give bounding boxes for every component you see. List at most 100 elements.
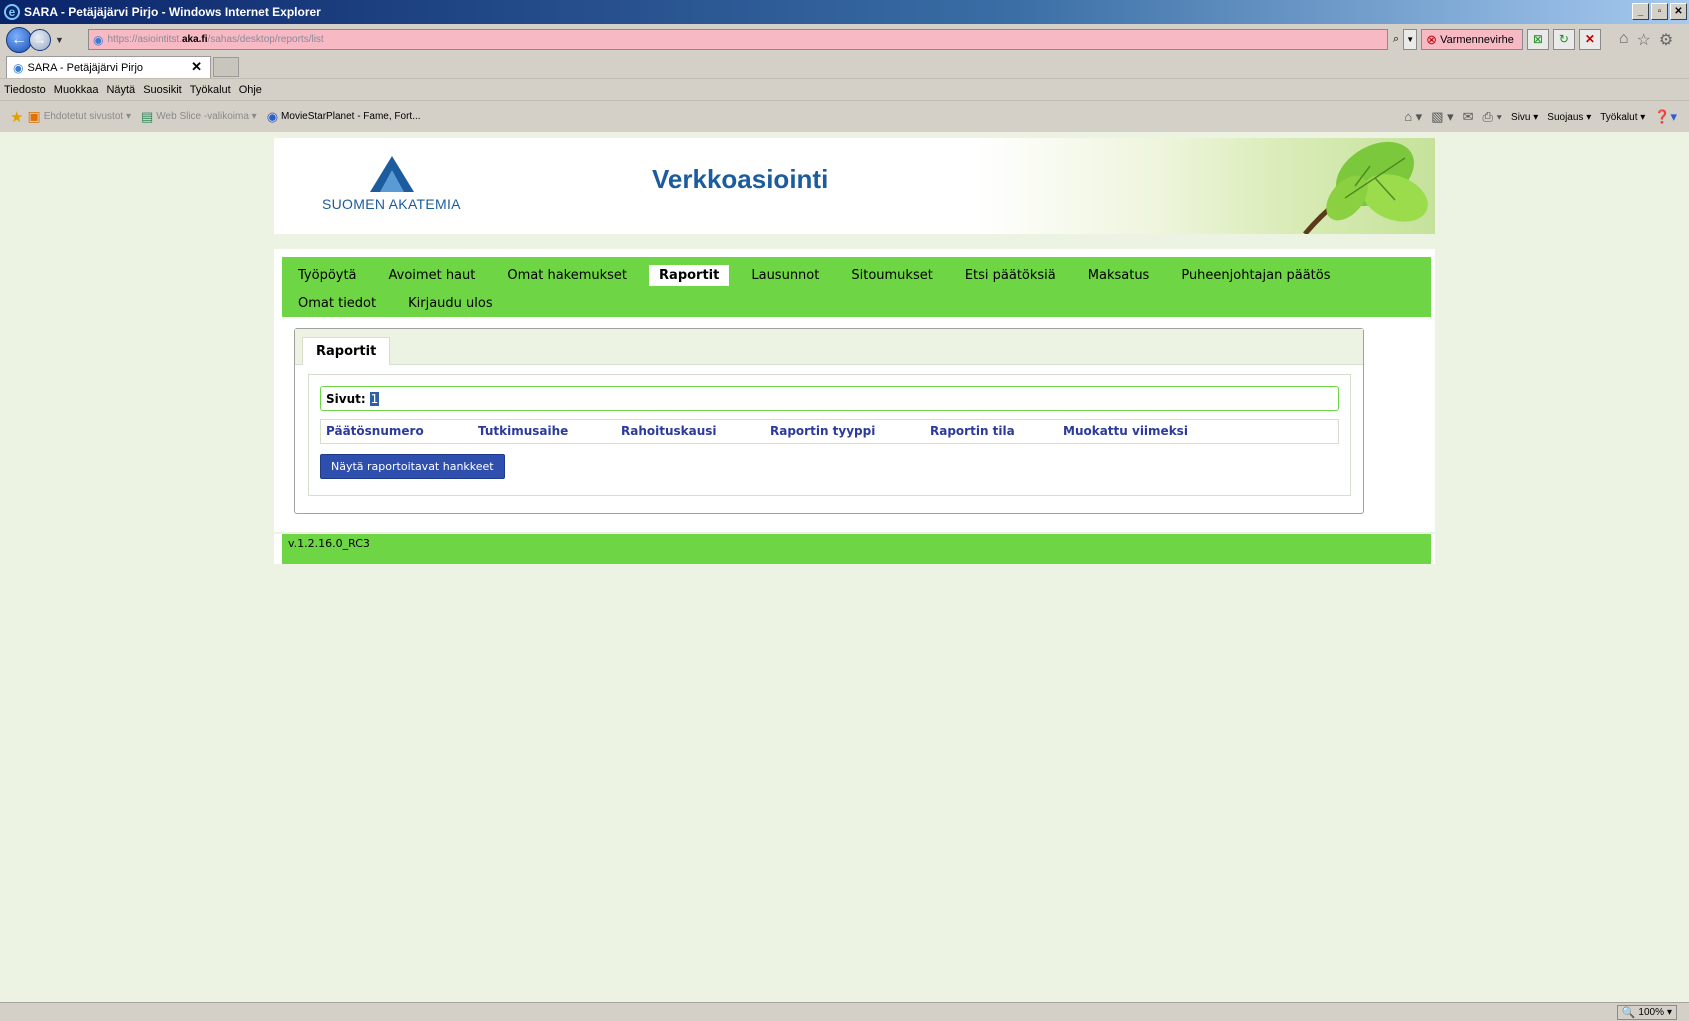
page-icon: ◉ — [93, 32, 104, 47]
web-slice-link[interactable]: ▤ Web Slice -valikoima ▾ — [141, 109, 257, 125]
zoom-level: 100% — [1638, 1007, 1664, 1018]
ie-logo-icon: e — [4, 4, 20, 20]
version-label: v.1.2.16.0_RC3 — [282, 534, 1431, 564]
moviestar-link[interactable]: ◉ MovieStarPlanet - Fame, Fort... — [267, 109, 421, 125]
page-menu[interactable]: Sivu ▾ — [1511, 112, 1538, 123]
browser-tab-title: SARA - Petäjäjärvi Pirjo — [27, 61, 144, 74]
status-bar: 🔍 100% ▾ — [0, 1002, 1689, 1021]
address-toolbar: ← → ▼ ◉ https://asiointitst. aka.fi/sahas… — [0, 24, 1689, 56]
leaf-icon — [1303, 141, 1428, 236]
nav-puheenjohtajan-paatos[interactable]: Puheenjohtajan päätös — [1171, 265, 1340, 286]
suggested-sites-icon: ▣ — [27, 108, 41, 124]
main-navigation: Työpöytä Avoimet haut Omat hakemukset Ra… — [282, 257, 1431, 317]
nav-maksatus[interactable]: Maksatus — [1078, 265, 1160, 286]
error-shield-icon: ⊗ — [1426, 31, 1438, 47]
web-slice-label: Web Slice -valikoima ▾ — [156, 111, 257, 122]
nav-omat-tiedot[interactable]: Omat tiedot — [298, 293, 386, 314]
tab-raportit[interactable]: Raportit — [302, 337, 391, 365]
suomen-akatemia-logo[interactable]: SUOMEN AKATEMIA — [322, 156, 482, 216]
menu-tools[interactable]: Työkalut — [188, 84, 237, 96]
compatibility-view-icon[interactable]: ⊠ — [1526, 29, 1549, 50]
col-tutkimusaihe[interactable]: Tutkimusaihe — [478, 424, 568, 438]
page-link-current[interactable]: 1 — [369, 391, 380, 406]
history-dropdown-icon[interactable]: ▼ — [55, 35, 64, 45]
favorites-add-icon[interactable]: ★ — [10, 108, 23, 126]
site-header: SUOMEN AKATEMIA Verkkoasiointi — [274, 138, 1435, 236]
favorites-star-icon[interactable]: ☆ — [1637, 30, 1651, 50]
new-tab-button[interactable] — [213, 57, 239, 77]
address-input[interactable]: ◉ https://asiointitst. aka.fi/sahas/deskt… — [88, 29, 1388, 50]
window-title-bar: e SARA - Petäjäjärvi Pirjo - Windows Int… — [0, 0, 1689, 24]
nav-avoimet-haut[interactable]: Avoimet haut — [379, 265, 486, 286]
search-icon[interactable]: ⌕ — [1393, 33, 1399, 46]
page-viewport: SUOMEN AKATEMIA Verkkoasiointi Työpöytä … — [8, 132, 1689, 1002]
reports-section: Raportit Sivut: 1 Päätösnumero Tutkimusa… — [294, 328, 1364, 514]
forward-button[interactable]: → — [29, 29, 51, 51]
minimize-button[interactable]: _ — [1632, 3, 1649, 20]
print-icon[interactable]: ⎙ ▾ — [1483, 109, 1502, 125]
safety-menu[interactable]: Suojaus ▾ — [1547, 112, 1591, 123]
nav-row-1: Työpöytä Avoimet haut Omat hakemukset Ra… — [298, 261, 1431, 289]
window-title: SARA - Petäjäjärvi Pirjo - Windows Inter… — [24, 5, 321, 19]
col-paatosnumero[interactable]: Päätösnumero — [326, 424, 424, 438]
col-rahoituskausi[interactable]: Rahoituskausi — [621, 424, 717, 438]
menu-view[interactable]: Näytä — [104, 84, 141, 96]
main-content-panel: Työpöytä Avoimet haut Omat hakemukset Ra… — [274, 249, 1435, 532]
site-title: Verkkoasiointi — [652, 164, 829, 194]
help-icon[interactable]: ❓▾ — [1654, 109, 1677, 125]
show-reportable-projects-button[interactable]: Näytä raportoitavat hankkeet — [320, 454, 505, 479]
nav-omat-hakemukset[interactable]: Omat hakemukset — [497, 265, 637, 286]
nav-etsi-paatoksia[interactable]: Etsi päätöksiä — [955, 265, 1066, 286]
col-raportin-tila[interactable]: Raportin tila — [930, 424, 1015, 438]
mail-icon[interactable]: ✉ — [1463, 109, 1474, 125]
col-raportin-tyyppi[interactable]: Raportin tyyppi — [770, 424, 875, 438]
menu-file[interactable]: Tiedosto — [2, 84, 52, 96]
col-muokattu-viimeksi[interactable]: Muokattu viimeksi — [1063, 424, 1188, 438]
tools-menu[interactable]: Työkalut ▾ — [1600, 112, 1645, 123]
pages-label: Sivut: — [326, 391, 366, 406]
ie-page-icon: ◉ — [266, 108, 279, 124]
menu-favorites[interactable]: Suosikit — [141, 84, 188, 96]
address-actions: ⌕ ▼ ⊗ Varmennevirhe ⊠ ↻ ✕ ⌂ ☆ ⚙ — [1393, 29, 1673, 50]
reports-list-panel: Sivut: 1 Päätösnumero Tutkimusaihe Rahoi… — [308, 374, 1351, 496]
web-slice-icon: ▤ — [140, 108, 154, 124]
browser-icons: ⌂ ☆ ⚙ — [1619, 30, 1673, 50]
zoom-control[interactable]: 🔍 100% ▾ — [1616, 1005, 1677, 1020]
reports-tab-bar: Raportit — [295, 329, 1363, 365]
home-dropdown-icon[interactable]: ⌂ ▾ — [1404, 109, 1422, 125]
gear-icon[interactable]: ⚙ — [1659, 30, 1673, 50]
search-dropdown-icon[interactable]: ▼ — [1403, 29, 1418, 50]
refresh-icon[interactable]: ↻ — [1552, 29, 1575, 50]
maximize-button[interactable]: ▫ — [1651, 3, 1668, 20]
nav-kirjaudu-ulos[interactable]: Kirjaudu ulos — [398, 293, 503, 314]
url-path: /sahas/desktop/reports/list — [207, 34, 324, 45]
menu-help[interactable]: Ohje — [237, 84, 268, 96]
nav-row-2: Omat tiedot Kirjaudu ulos — [298, 289, 1431, 317]
nav-tyopoyta[interactable]: Työpöytä — [298, 265, 367, 286]
pagination-bar: Sivut: 1 — [320, 386, 1339, 411]
akatemia-triangle-icon — [370, 156, 414, 192]
browser-tab[interactable]: ◉ SARA - Petäjäjärvi Pirjo ✕ — [6, 56, 211, 78]
zoom-dropdown-icon: ▾ — [1666, 1007, 1672, 1018]
certificate-error-label: Varmennevirhe — [1440, 33, 1514, 46]
suggested-sites-link[interactable]: ▣ Ehdotetut sivustot ▾ — [27, 108, 131, 125]
browser-tab-row: ◉ SARA - Petäjäjärvi Pirjo ✕ — [0, 56, 1689, 78]
home-icon[interactable]: ⌂ — [1619, 30, 1629, 50]
menu-edit[interactable]: Muokkaa — [52, 84, 105, 96]
suggested-sites-label: Ehdotetut sivustot ▾ — [43, 111, 131, 122]
nav-sitoumukset[interactable]: Sitoumukset — [841, 265, 942, 286]
menu-bar: Tiedosto Muokkaa Näytä Suosikit Työkalut… — [0, 78, 1689, 100]
stop-icon[interactable]: ✕ — [1578, 29, 1601, 50]
close-window-button[interactable]: ✕ — [1670, 3, 1687, 20]
leaf-banner-image — [975, 138, 1435, 236]
feeds-icon[interactable]: ▧ ▾ — [1431, 109, 1453, 125]
reports-table-header: Päätösnumero Tutkimusaihe Rahoituskausi … — [320, 419, 1339, 444]
favorites-bar: ★ ▣ Ehdotetut sivustot ▾ ▤ Web Slice -va… — [0, 100, 1689, 132]
tab-page-icon: ◉ — [13, 60, 24, 75]
certificate-error-badge[interactable]: ⊗ Varmennevirhe — [1421, 29, 1523, 50]
nav-raportit[interactable]: Raportit — [649, 264, 730, 286]
moviestar-label: MovieStarPlanet - Fame, Fort... — [281, 111, 421, 122]
tab-close-icon[interactable]: ✕ — [191, 59, 202, 75]
url-host: aka.fi — [181, 34, 208, 45]
nav-lausunnot[interactable]: Lausunnot — [741, 265, 829, 286]
